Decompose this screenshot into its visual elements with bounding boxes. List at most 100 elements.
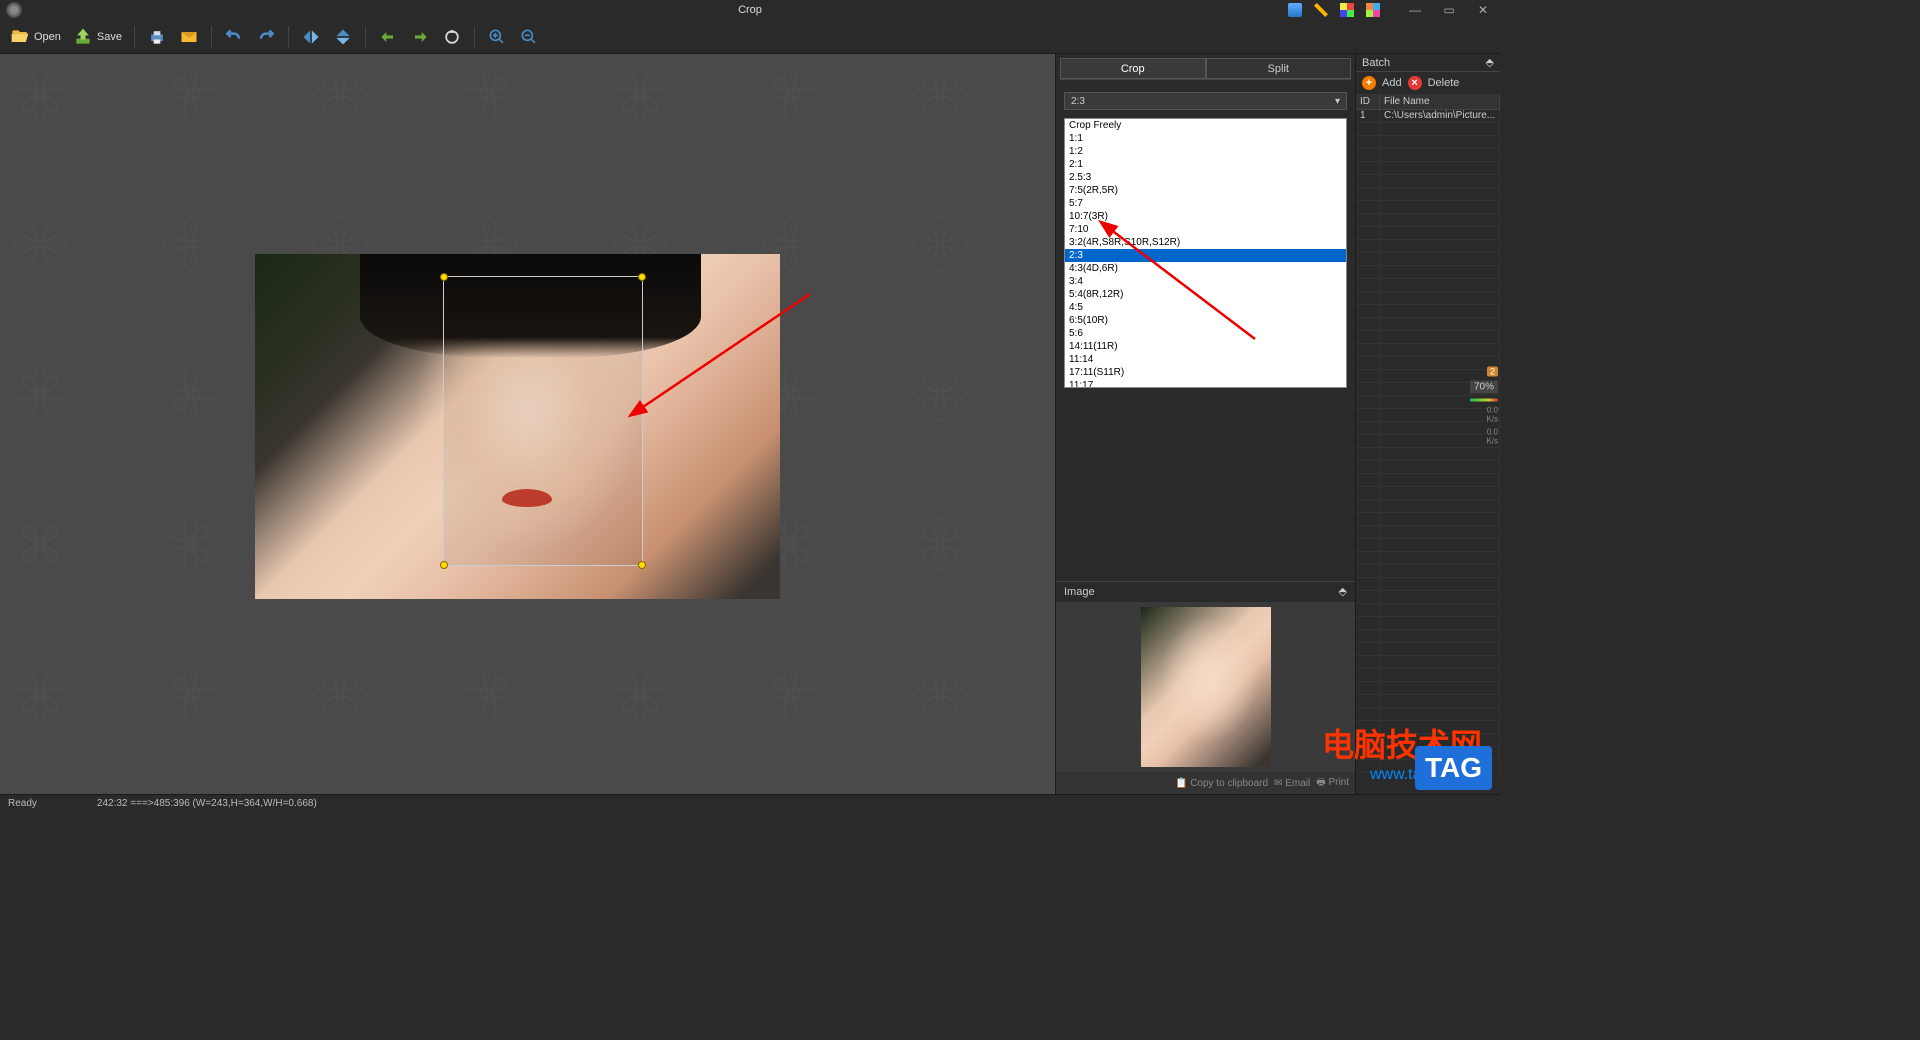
crop-handle-br[interactable] — [638, 561, 646, 569]
title-shortcut-icons — [1288, 3, 1380, 17]
ratio-option[interactable]: Crop Freely — [1065, 119, 1346, 132]
ratio-selected-label: 2:3 — [1071, 96, 1085, 107]
ratio-dropdown[interactable]: 2:3 ▾ — [1064, 92, 1347, 110]
ratio-option[interactable]: 7:10 — [1065, 223, 1346, 236]
maximize-button[interactable]: ▭ — [1432, 0, 1466, 20]
undo-button[interactable] — [220, 25, 248, 49]
col-id[interactable]: ID — [1356, 94, 1380, 109]
table-row-empty — [1356, 149, 1500, 162]
crop-selection[interactable] — [443, 276, 643, 566]
ratio-option[interactable]: 2.5:3 — [1065, 171, 1346, 184]
ratio-option[interactable]: 3:4 — [1065, 275, 1346, 288]
preview-actions: 📋 Copy to clipboard ✉ Email 🖶 Print — [1056, 772, 1355, 794]
note-icon[interactable] — [1288, 3, 1302, 17]
table-row-empty — [1356, 279, 1500, 292]
redo-button[interactable] — [252, 25, 280, 49]
table-row-empty — [1356, 526, 1500, 539]
table-row-empty — [1356, 162, 1500, 175]
rotate-right-button[interactable] — [406, 25, 434, 49]
save-button[interactable]: Save — [69, 25, 126, 49]
rotate-right-icon — [410, 27, 430, 47]
ratio-option[interactable]: 11:14 — [1065, 353, 1346, 366]
tab-crop[interactable]: Crop — [1060, 58, 1206, 79]
ratio-option[interactable]: 4:3(4D,6R) — [1065, 262, 1346, 275]
crop-handle-bl[interactable] — [440, 561, 448, 569]
table-row-empty — [1356, 669, 1500, 682]
ratio-list[interactable]: Crop Freely1:11:22:12.5:37:5(2R,5R)5:710… — [1064, 118, 1347, 388]
ratio-option[interactable]: 2:1 — [1065, 158, 1346, 171]
email-action-button[interactable]: ✉ Email — [1274, 778, 1310, 789]
ratio-option[interactable]: 5:4(8R,12R) — [1065, 288, 1346, 301]
pencil-icon[interactable] — [1314, 3, 1328, 17]
ratio-option[interactable]: 1:2 — [1065, 145, 1346, 158]
rotate-left-icon — [378, 27, 398, 47]
add-button[interactable]: Add — [1382, 77, 1402, 89]
image-preview-panel: Image ⬘ 📋 Copy to clipboard ✉ Email 🖶 Pr… — [1056, 581, 1355, 794]
table-row-empty — [1356, 448, 1500, 461]
crop-handle-tr[interactable] — [638, 273, 646, 281]
redo-icon — [256, 27, 276, 47]
zoom-in-button[interactable] — [483, 25, 511, 49]
ratio-option[interactable]: 6:5(10R) — [1065, 314, 1346, 327]
copy-clipboard-button[interactable]: 📋 Copy to clipboard — [1175, 778, 1268, 789]
folder-open-icon — [10, 27, 30, 47]
main-area: Crop Split 2:3 ▾ Crop Freely1:11:22:12.5… — [0, 54, 1500, 794]
table-row-empty — [1356, 487, 1500, 500]
table-row-empty — [1356, 292, 1500, 305]
indicator-rate1: 0.0K/s — [1486, 406, 1498, 424]
table-row-empty — [1356, 643, 1500, 656]
col-filename[interactable]: File Name — [1380, 94, 1500, 109]
table-row-empty — [1356, 175, 1500, 188]
flip-horizontal-button[interactable] — [297, 25, 325, 49]
grid-icon-2[interactable] — [1366, 3, 1380, 17]
ratio-option[interactable]: 1:1 — [1065, 132, 1346, 145]
window-title: Crop — [738, 4, 762, 16]
delete-button[interactable]: Delete — [1428, 77, 1460, 89]
ratio-option[interactable]: 14:11(11R) — [1065, 340, 1346, 353]
rotate-left-button[interactable] — [374, 25, 402, 49]
table-row-empty — [1356, 708, 1500, 721]
ratio-option[interactable]: 17:11(S11R) — [1065, 366, 1346, 379]
status-ready: Ready — [8, 798, 37, 809]
crop-handle-tl[interactable] — [440, 273, 448, 281]
ratio-option[interactable]: 2:3 — [1065, 249, 1346, 262]
table-row-empty — [1356, 188, 1500, 201]
open-button[interactable]: Open — [6, 25, 65, 49]
ratio-option[interactable]: 10:7(3R) — [1065, 210, 1346, 223]
image-preview — [1056, 602, 1355, 772]
email-button[interactable] — [175, 25, 203, 49]
ratio-option[interactable]: 5:7 — [1065, 197, 1346, 210]
batch-panel-header: Batch ⬘ — [1356, 54, 1500, 72]
print-button[interactable] — [143, 25, 171, 49]
zoom-out-button[interactable] — [515, 25, 543, 49]
tag-badge: TAG — [1415, 746, 1492, 790]
zoom-in-icon — [487, 27, 507, 47]
flip-vertical-button[interactable] — [329, 25, 357, 49]
pin-icon[interactable]: ⬘ — [1339, 582, 1347, 602]
free-rotate-button[interactable] — [438, 25, 466, 49]
table-row-empty — [1356, 552, 1500, 565]
ratio-option[interactable]: 5:6 — [1065, 327, 1346, 340]
toolbar-separator — [211, 26, 212, 48]
ratio-option[interactable]: 7:5(2R,5R) — [1065, 184, 1346, 197]
toolbar-separator — [365, 26, 366, 48]
flip-h-icon — [301, 27, 321, 47]
ratio-option[interactable]: 3:2(4R,S8R,S10R,S12R) — [1065, 236, 1346, 249]
close-button[interactable]: ✕ — [1466, 0, 1500, 20]
table-row-empty — [1356, 604, 1500, 617]
toolbar: Open Save — [0, 20, 1500, 54]
table-row-empty — [1356, 591, 1500, 604]
canvas-area[interactable] — [0, 54, 1055, 794]
statusbar: Ready 242:32 ===>485:396 (W=243,H=364,W/… — [0, 794, 1500, 812]
batch-buttons: + Add × Delete — [1356, 72, 1500, 94]
tab-split[interactable]: Split — [1206, 58, 1352, 79]
pin-icon[interactable]: ⬘ — [1486, 56, 1494, 69]
print-action-button[interactable]: 🖶 Print — [1316, 775, 1349, 792]
ratio-option[interactable]: 11:17 — [1065, 379, 1346, 388]
table-row-empty — [1356, 617, 1500, 630]
grid-icon-1[interactable] — [1340, 3, 1354, 17]
table-row[interactable]: 1C:\Users\admin\Picture... — [1356, 110, 1500, 123]
minimize-button[interactable]: — — [1398, 0, 1432, 20]
ratio-option[interactable]: 4:5 — [1065, 301, 1346, 314]
status-coords: 242:32 ===>485:396 (W=243,H=364,W/H=0.66… — [97, 798, 317, 809]
